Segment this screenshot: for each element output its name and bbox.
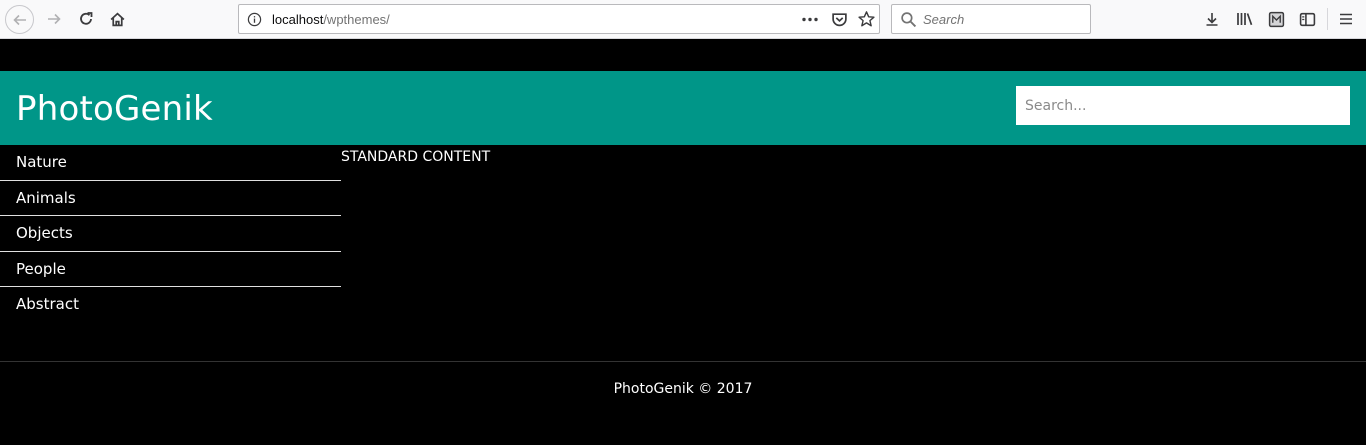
url-host: localhost bbox=[272, 12, 324, 27]
site-search-input[interactable] bbox=[1016, 86, 1350, 125]
star-icon[interactable] bbox=[857, 10, 876, 29]
nav-item-people[interactable]: People bbox=[0, 252, 341, 287]
hamburger-icon bbox=[1340, 13, 1352, 25]
toolbar-separator bbox=[1327, 8, 1328, 30]
sidebar-button[interactable] bbox=[1296, 8, 1318, 30]
download-button[interactable] bbox=[1201, 8, 1223, 30]
nav-item-objects[interactable]: Objects bbox=[0, 216, 341, 252]
site-title[interactable]: PhotoGenik bbox=[16, 89, 213, 129]
url-bar[interactable]: localhost/wpthemes/ bbox=[238, 4, 880, 34]
browser-search-bar[interactable]: Search bbox=[891, 4, 1091, 34]
forward-button[interactable] bbox=[40, 5, 68, 33]
info-icon[interactable] bbox=[247, 12, 262, 27]
category-nav: Nature Animals Objects People Abstract bbox=[0, 145, 341, 323]
search-icon bbox=[901, 12, 917, 28]
browser-search-placeholder: Search bbox=[923, 12, 965, 27]
home-button[interactable] bbox=[103, 5, 131, 33]
reload-icon bbox=[80, 12, 93, 25]
library-button[interactable] bbox=[1234, 8, 1256, 30]
nav-item-nature[interactable]: Nature bbox=[0, 145, 341, 181]
home-icon bbox=[110, 12, 124, 26]
site-header: PhotoGenik bbox=[0, 71, 1366, 145]
download-icon bbox=[1206, 13, 1218, 26]
back-button[interactable] bbox=[5, 5, 34, 34]
reader-icon bbox=[1268, 11, 1284, 27]
url-path: /wpthemes/ bbox=[323, 12, 390, 27]
nav-item-animals[interactable]: Animals bbox=[0, 181, 341, 216]
nav-item-abstract[interactable]: Abstract bbox=[0, 287, 341, 323]
footer-copyright: PhotoGenik © 2017 bbox=[613, 381, 753, 397]
footer-divider bbox=[0, 361, 1366, 362]
menu-button[interactable] bbox=[1335, 8, 1357, 30]
sidebar-icon bbox=[1299, 12, 1315, 26]
arrow-left-icon bbox=[12, 14, 26, 25]
reader-view-button[interactable] bbox=[1265, 8, 1287, 30]
more-horizontal-icon[interactable] bbox=[801, 12, 819, 27]
main-content: STANDARD CONTENT bbox=[341, 149, 491, 165]
browser-toolbar: localhost/wpthemes/ Search bbox=[0, 0, 1366, 39]
arrow-right-icon bbox=[48, 13, 61, 25]
library-icon bbox=[1237, 13, 1253, 26]
pocket-icon[interactable] bbox=[831, 11, 848, 28]
url-text[interactable]: localhost/wpthemes/ bbox=[272, 12, 390, 27]
reload-button[interactable] bbox=[72, 5, 100, 33]
